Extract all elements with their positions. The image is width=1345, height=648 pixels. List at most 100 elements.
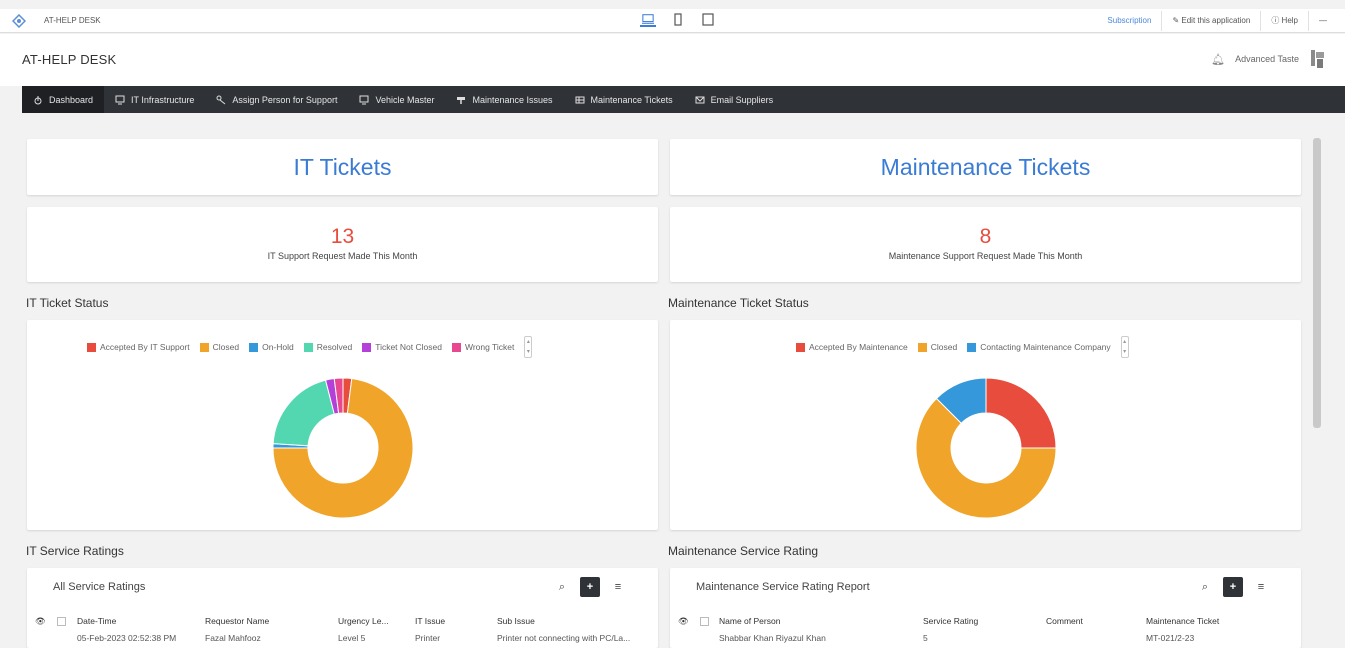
legend-swatch	[199, 342, 209, 352]
it-chart-legend: Accepted By IT Support Closed On-Hold Resol…	[87, 336, 533, 358]
cell-sub-issue: Printer not connecting with PC/La...	[497, 633, 631, 643]
nav-maintenance-tickets[interactable]: Maintenance Tickets	[564, 86, 684, 113]
maint-status-donut	[915, 377, 1057, 519]
col-it-issue[interactable]: IT Issue	[415, 616, 445, 626]
legend-item[interactable]: Closed	[917, 342, 958, 352]
it-status-chart-card: Accepted By IT Support Closed On-Hold Resol…	[27, 320, 658, 530]
assign-icon	[216, 95, 226, 104]
add-button[interactable]: +	[580, 577, 600, 597]
legend-swatch	[796, 342, 805, 352]
nav-maintenance-issues[interactable]: Maintenance Issues	[445, 86, 563, 113]
scrollbar-thumb[interactable]	[1313, 138, 1321, 428]
user-name[interactable]: Advanced Taste	[1235, 54, 1299, 64]
legend-label: Accepted By IT Support	[100, 342, 190, 352]
table-row[interactable]: 05-Feb-2023 02:52:38 PM Fazal Mahfooz Le…	[27, 633, 658, 645]
legend-pager[interactable]: ▴ ▾	[524, 336, 533, 358]
user-area: 🔔︎ Advanced Taste	[1211, 48, 1327, 70]
maint-chart-legend: Accepted By Maintenance Closed Contacting …	[796, 336, 1129, 358]
help-icon: ⓘ	[1271, 16, 1282, 25]
tools-icon	[457, 96, 466, 104]
tablet-view-icon[interactable]	[700, 13, 716, 27]
it-count-label: IT Support Request Made This Month	[267, 251, 418, 261]
app-logo-icon	[12, 14, 26, 28]
legend-item[interactable]: Ticket Not Closed	[362, 342, 442, 352]
legend-swatch	[249, 342, 259, 352]
legend-label: Closed	[930, 342, 958, 352]
app-header: AT-HELP DESK 🔔︎ Advanced Taste	[0, 34, 1345, 86]
mail-icon	[695, 96, 705, 103]
cell-service-rating: 5	[923, 633, 928, 643]
legend-label: On-Hold	[262, 342, 294, 352]
legend-item[interactable]: Accepted By IT Support	[87, 342, 190, 352]
legend-item[interactable]: On-Hold	[249, 342, 294, 352]
col-requestor-name[interactable]: Requestor Name	[205, 616, 269, 626]
legend-pager[interactable]: ▴ ▾	[1120, 336, 1129, 358]
cell-name-of-person: Shabbar Khan Riyazul Khan	[719, 633, 826, 643]
eye-icon[interactable]: 👁︎	[678, 616, 689, 627]
menu-icon[interactable]: ≡	[1251, 577, 1271, 597]
desktop-view-icon[interactable]	[640, 13, 656, 27]
table-row[interactable]: Shabbar Khan Riyazul Khan 5 MT-021/2-23	[670, 633, 1301, 645]
col-maintenance-ticket[interactable]: Maintenance Ticket	[1146, 616, 1219, 626]
nav-label: Maintenance Issues	[472, 94, 553, 105]
menu-icon[interactable]: ≡	[608, 577, 628, 597]
select-all-checkbox[interactable]	[57, 616, 66, 626]
maint-status-title: Maintenance Ticket Status	[668, 296, 809, 310]
col-name-of-person[interactable]: Name of Person	[719, 616, 780, 626]
legend-label: Contacting Maintenance Company	[980, 342, 1111, 352]
it-ratings-card: All Service Ratings ⌕ + ≡ 👁︎ Date-Time R…	[27, 568, 658, 648]
nav-label: Maintenance Tickets	[590, 94, 673, 105]
nav-vehicle-master[interactable]: Vehicle Master	[348, 86, 445, 113]
legend-item[interactable]: Resolved	[303, 342, 353, 352]
maint-status-chart-card: Accepted By Maintenance Closed Contacting …	[670, 320, 1301, 530]
maint-ratings-table-title: Maintenance Service Rating Report	[696, 581, 870, 593]
select-all-checkbox[interactable]	[700, 616, 709, 626]
col-service-rating[interactable]: Service Rating	[923, 616, 978, 626]
cell-requestor-name: Fazal Mahfooz	[205, 633, 261, 643]
col-urgency[interactable]: Urgency Le...	[338, 616, 389, 626]
eye-icon[interactable]: 👁︎	[35, 616, 46, 627]
subscription-link[interactable]: Subscription	[1097, 11, 1161, 31]
help-link[interactable]: ⓘ Help	[1260, 11, 1308, 31]
nav-label: Email Suppliers	[710, 94, 774, 105]
it-tickets-title: IT Tickets	[293, 154, 392, 180]
cell-maintenance-ticket: MT-021/2-23	[1146, 633, 1195, 643]
bell-icon[interactable]: 🔔︎	[1211, 53, 1225, 66]
help-label: Help	[1281, 16, 1298, 25]
legend-label: Ticket Not Closed	[375, 342, 442, 352]
legend-label: Resolved	[316, 342, 353, 352]
donut-slice[interactable]	[272, 379, 335, 447]
mobile-view-icon[interactable]	[670, 13, 686, 27]
it-count-value: 13	[330, 225, 355, 248]
nav-dashboard[interactable]: Dashboard	[22, 86, 105, 113]
legend-item[interactable]: Contacting Maintenance Company	[967, 342, 1111, 352]
maint-ratings-title: Maintenance Service Rating	[668, 544, 819, 558]
nav-email-suppliers[interactable]: Email Suppliers	[684, 86, 785, 113]
legend-item[interactable]: Wrong Ticket	[451, 342, 514, 352]
edit-app-link[interactable]: ✎ Edit this application	[1161, 11, 1260, 31]
search-icon[interactable]: ⌕	[552, 577, 572, 597]
table-icon	[575, 96, 585, 103]
maint-count-label: Maintenance Support Request Made This Mo…	[888, 251, 1083, 261]
it-count-card: 13 IT Support Request Made This Month	[27, 207, 658, 282]
maint-count-card: 8 Maintenance Support Request Made This …	[670, 207, 1301, 282]
col-sub-issue[interactable]: Sub Issue	[497, 616, 535, 626]
legend-swatch	[87, 342, 96, 352]
nav-label: Assign Person for Support	[232, 94, 338, 105]
legend-item[interactable]: Closed	[199, 342, 239, 352]
maint-ratings-card: Maintenance Service Rating Report ⌕ + ≡ …	[670, 568, 1301, 648]
col-date-time[interactable]: Date-Time	[77, 616, 116, 626]
maint-count-value: 8	[979, 225, 992, 248]
cell-date-time: 05-Feb-2023 02:52:38 PM	[77, 633, 177, 643]
minimize-button[interactable]: —	[1308, 11, 1337, 31]
nav-assign-person[interactable]: Assign Person for Support	[205, 86, 348, 113]
search-icon[interactable]: ⌕	[1195, 577, 1215, 597]
nav-it-infrastructure[interactable]: IT Infrastructure	[104, 86, 205, 113]
dashboard-icon	[34, 95, 42, 104]
legend-item[interactable]: Accepted By Maintenance	[796, 342, 908, 352]
add-button[interactable]: +	[1223, 577, 1243, 597]
avatar[interactable]	[1309, 48, 1327, 70]
donut-slice[interactable]	[985, 377, 1057, 449]
col-comment[interactable]: Comment	[1046, 616, 1083, 626]
device-switcher	[640, 13, 716, 27]
